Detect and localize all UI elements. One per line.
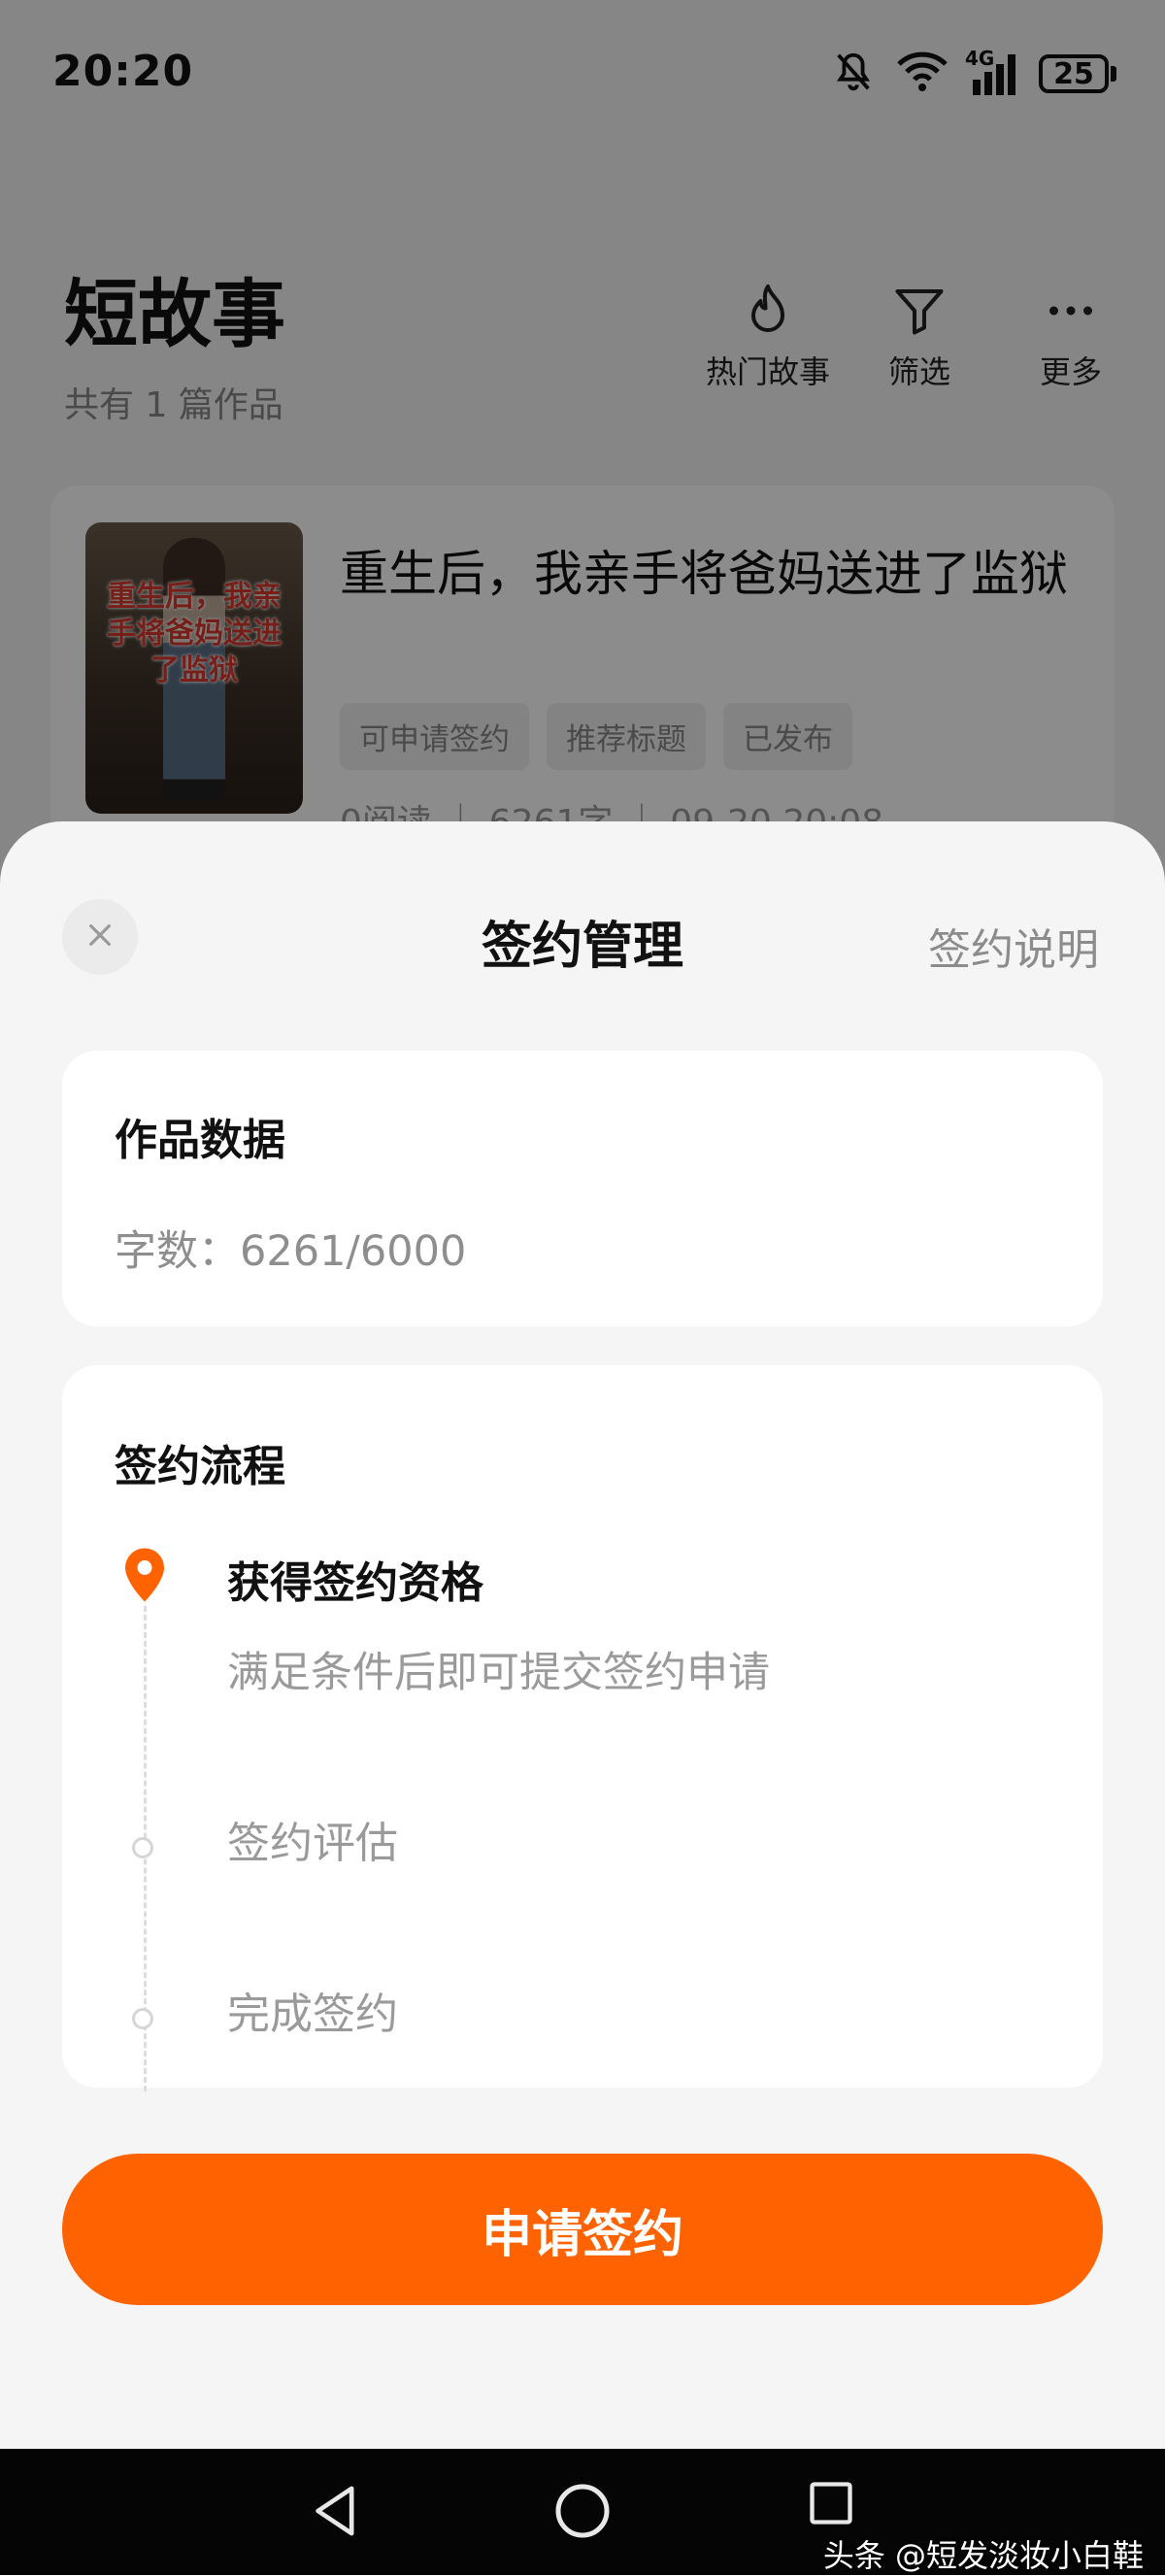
apply-sign-button[interactable]: 申请签约 bbox=[62, 2154, 1103, 2305]
step-evaluation-dot bbox=[132, 1837, 153, 1858]
home-icon[interactable] bbox=[553, 2482, 612, 2544]
step-qualification-desc: 满足条件后即可提交签约申请 bbox=[227, 1649, 770, 1697]
location-pin-icon bbox=[120, 1546, 169, 1608]
watermark: 头条 @短发淡妆小白鞋 bbox=[822, 2537, 1144, 2574]
step-complete-title: 完成签约 bbox=[227, 1990, 398, 2039]
sign-management-sheet: 签约管理 签约说明 作品数据 字数：6261/6000 签约流程 获得签约资格 … bbox=[0, 821, 1165, 2449]
word-count: 字数：6261/6000 bbox=[115, 1227, 467, 1276]
sign-flow-card: 签约流程 获得签约资格 满足条件后即可提交签约申请 签约评估 完成签约 bbox=[62, 1365, 1103, 2091]
recents-icon[interactable] bbox=[806, 2478, 856, 2532]
step-evaluation-title: 签约评估 bbox=[227, 1819, 398, 1868]
sign-flow-heading: 签约流程 bbox=[115, 1442, 285, 1491]
step-qualification-title: 获得签约资格 bbox=[227, 1558, 483, 1608]
work-data-heading: 作品数据 bbox=[115, 1116, 285, 1165]
sign-instructions-link[interactable]: 签约说明 bbox=[928, 915, 1099, 977]
work-data-card: 作品数据 字数：6261/6000 bbox=[62, 1051, 1103, 1326]
back-icon[interactable] bbox=[309, 2482, 363, 2544]
step-complete-dot bbox=[132, 2008, 153, 2029]
